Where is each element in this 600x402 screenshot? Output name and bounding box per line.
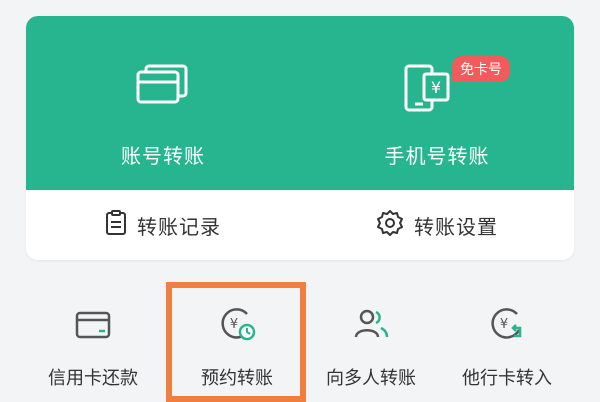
other-bank-card-transfer-in-label: 他行卡转入	[462, 368, 552, 389]
credit-card-repayment-label: 信用卡还款	[48, 368, 138, 389]
transfer-records-label: 转账记录	[137, 214, 221, 239]
transfer-settings-label: 转账设置	[414, 214, 498, 239]
gear-icon	[376, 209, 404, 241]
other-bank-card-transfer-in-button[interactable]: ¥ 他行卡转入	[432, 282, 582, 400]
svg-text:¥: ¥	[500, 317, 508, 332]
credit-card-repayment-button[interactable]: 信用卡还款	[18, 282, 168, 400]
account-transfer-button[interactable]: 账号转账	[26, 16, 300, 190]
transfer-records-button[interactable]: 转账记录	[26, 190, 300, 260]
transfer-card: 账号转账 ¥ 免卡号 手机号转账 转账记录 转账设置	[26, 16, 574, 260]
transfer-card-footer: 转账记录 转账设置	[26, 190, 574, 260]
scheduled-transfer-button[interactable]: ¥ 预约转账	[162, 282, 312, 400]
yuan-return-icon: ¥	[487, 304, 527, 344]
svg-text:¥: ¥	[230, 317, 238, 332]
phone-transfer-label: 手机号转账	[384, 144, 490, 168]
document-icon	[105, 210, 127, 240]
phone-yuan-icon: ¥ 免卡号	[392, 52, 510, 122]
no-card-badge: 免卡号	[452, 56, 510, 82]
scheduled-transfer-label: 预约转账	[201, 368, 273, 389]
phone-transfer-button[interactable]: ¥ 免卡号 手机号转账	[300, 16, 574, 190]
multi-person-transfer-label: 向多人转账	[326, 368, 416, 389]
account-transfer-label: 账号转账	[121, 144, 205, 168]
multi-user-icon	[351, 304, 391, 344]
transfer-card-header: 账号转账 ¥ 免卡号 手机号转账	[26, 16, 574, 190]
multi-person-transfer-button[interactable]: 向多人转账	[296, 282, 446, 400]
transfer-settings-button[interactable]: 转账设置	[300, 190, 574, 260]
bank-card-icon	[118, 52, 208, 122]
scheduled-transfer-icon: ¥	[217, 304, 257, 344]
svg-text:¥: ¥	[431, 78, 441, 97]
credit-card-icon	[73, 304, 113, 344]
